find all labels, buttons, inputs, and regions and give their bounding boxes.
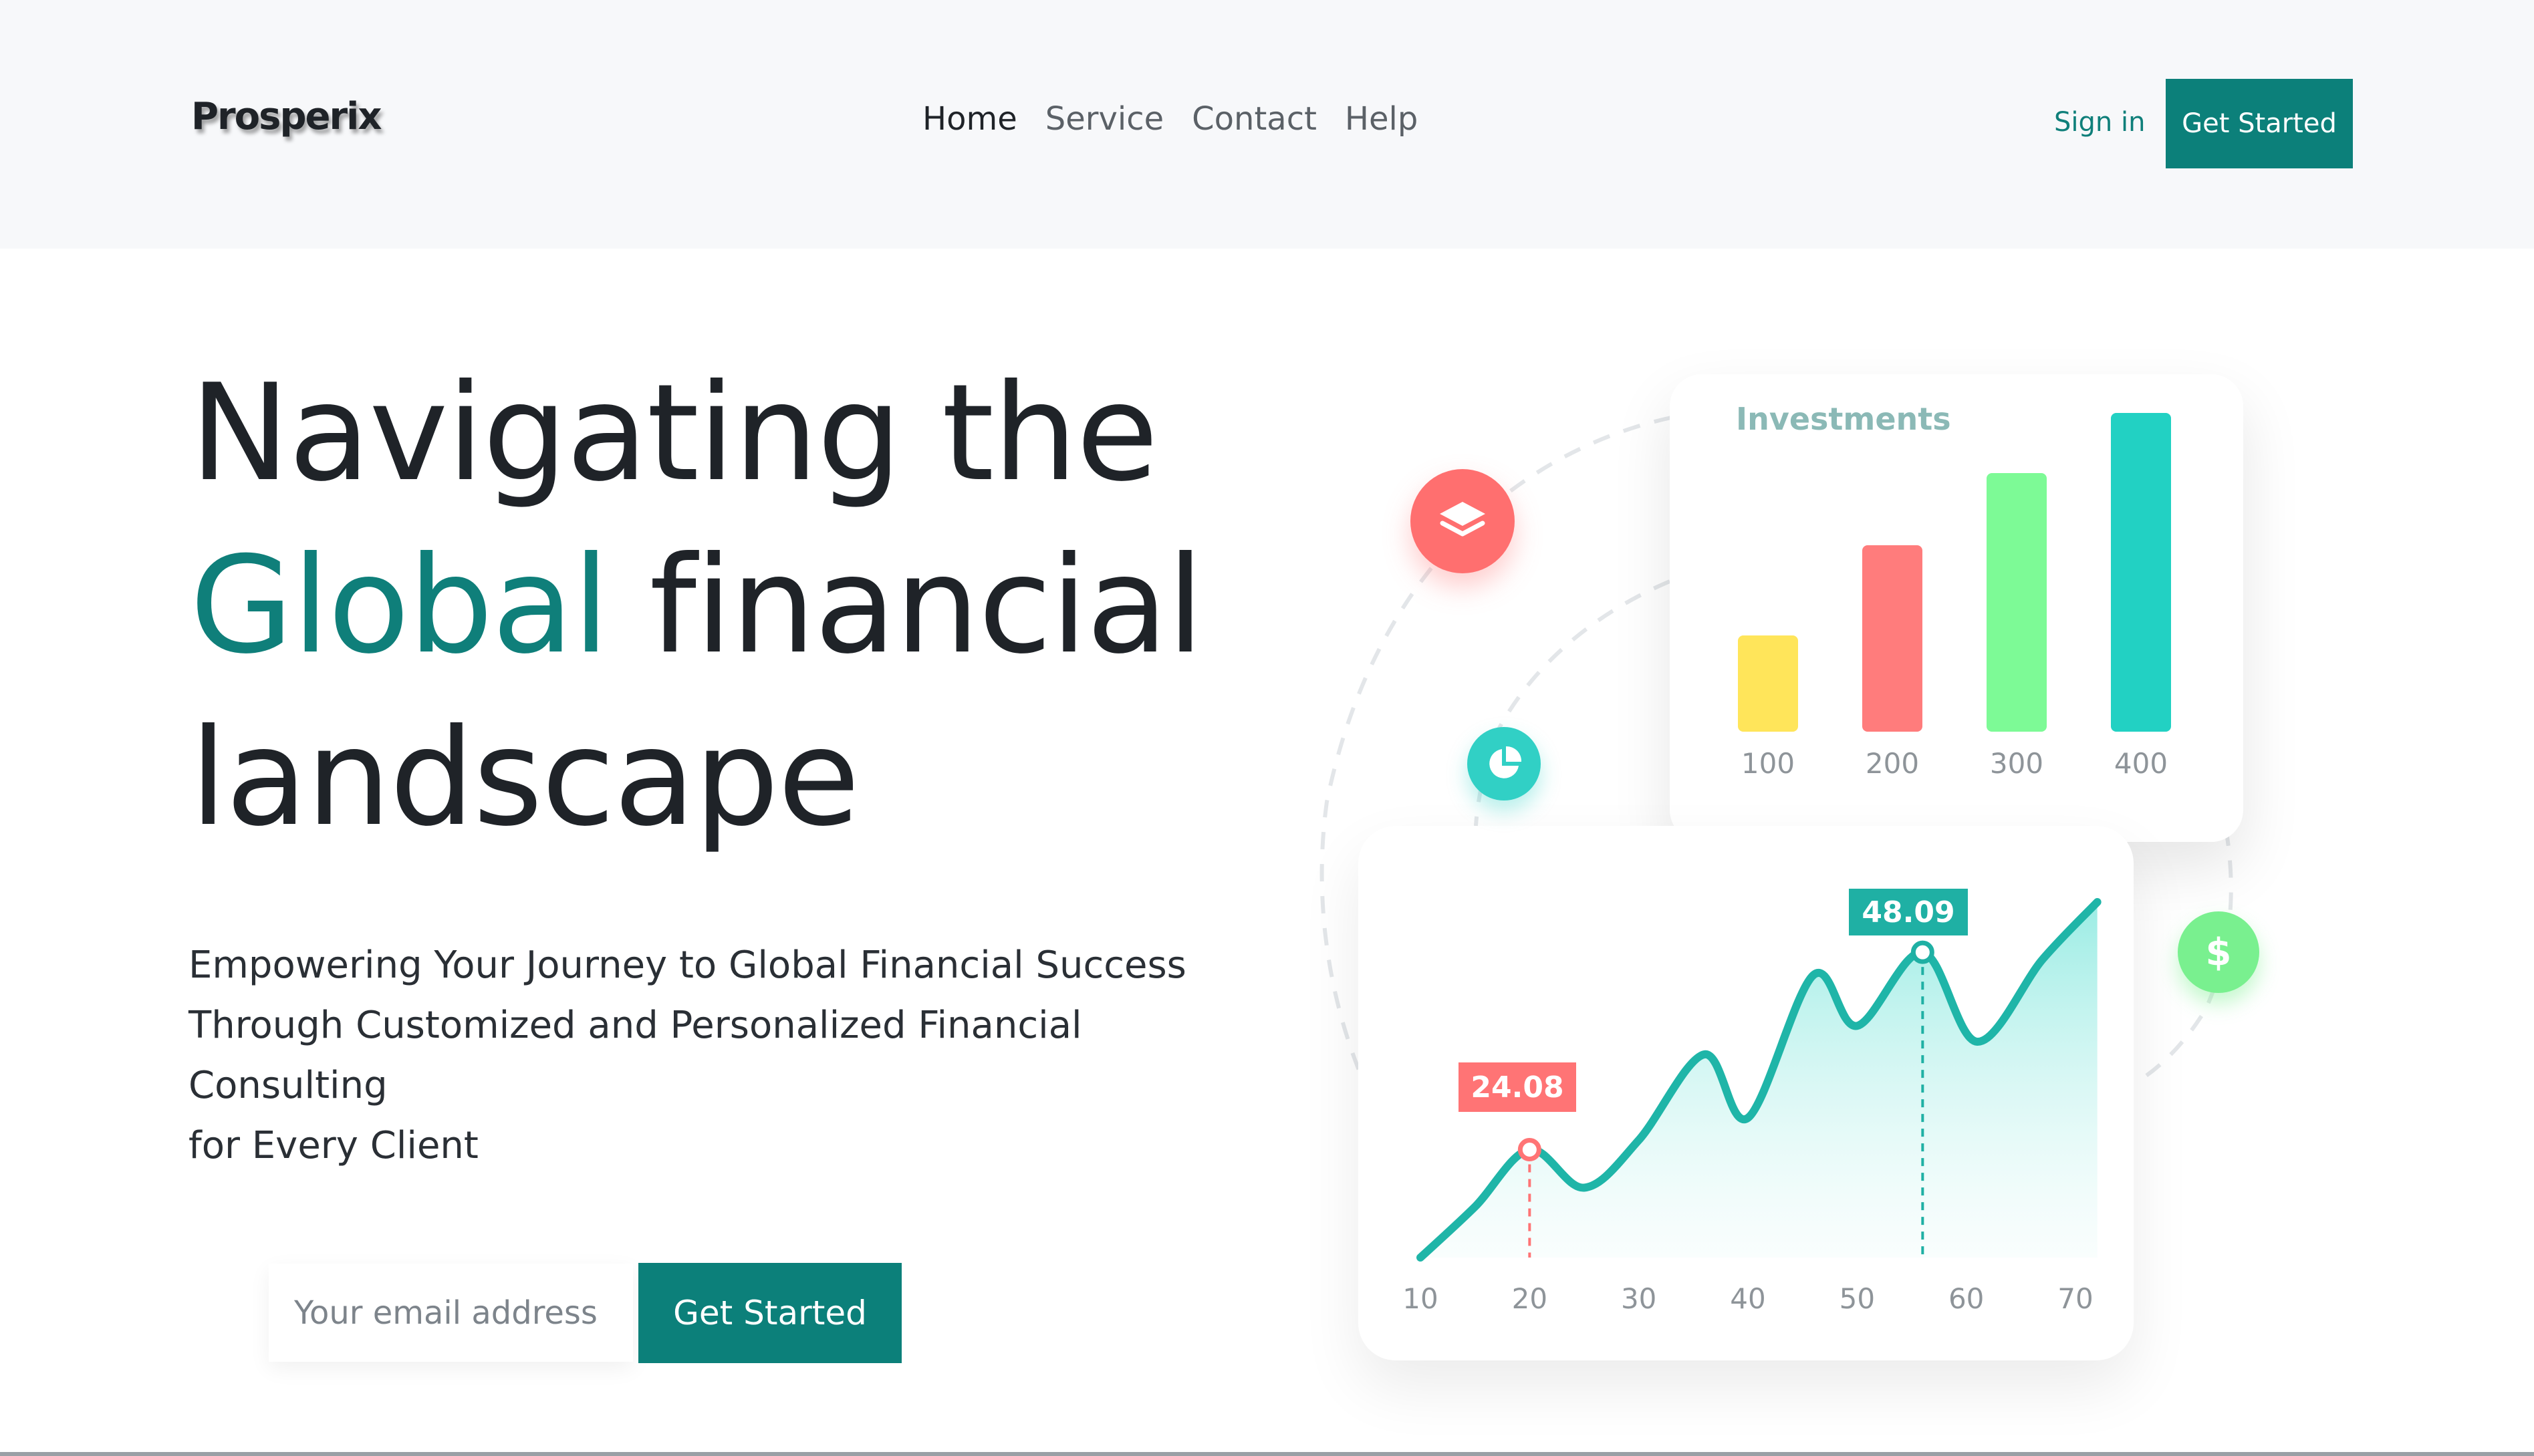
line-x-tick-label: 40 bbox=[1730, 1282, 1765, 1315]
line-x-tick-label: 30 bbox=[1621, 1282, 1656, 1315]
layers-icon bbox=[1410, 469, 1515, 573]
line-area-chart: 10 20 30 40 50 60 70 bbox=[1402, 898, 2102, 1315]
line-x-tick-label: 70 bbox=[2057, 1282, 2093, 1315]
annotation-tag-48: 48.09 bbox=[1849, 889, 1968, 935]
line-x-tick-label: 60 bbox=[1948, 1282, 1984, 1315]
hero-illustration: Investments 100 200 300 400 10 20 30 40 50 60 70 … bbox=[0, 0, 2534, 1456]
pie-chart-icon bbox=[1467, 727, 1541, 800]
dollar-icon-glyph: $ bbox=[2205, 930, 2232, 974]
line-x-tick-label: 10 bbox=[1402, 1282, 1438, 1315]
annotation-point bbox=[1517, 1138, 1541, 1161]
bottom-divider bbox=[0, 1452, 2534, 1456]
dollar-icon: $ bbox=[2178, 911, 2259, 993]
pie-chart-icon-glyph bbox=[1489, 746, 1522, 778]
layers-icon-glyph bbox=[1440, 502, 1485, 537]
line-x-tick-label: 20 bbox=[1512, 1282, 1547, 1315]
annotation-point bbox=[1910, 940, 1934, 964]
annotation-tag-24: 24.08 bbox=[1459, 1062, 1576, 1112]
line-x-tick-label: 50 bbox=[1840, 1282, 1875, 1315]
